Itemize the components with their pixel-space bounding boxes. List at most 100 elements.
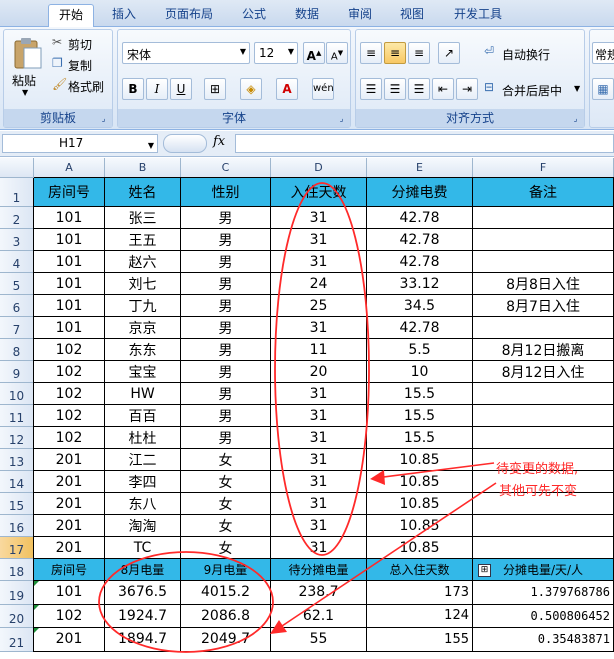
row-header-16[interactable]: 16 — [0, 515, 34, 537]
phonetic-guide-icon[interactable]: wén — [312, 78, 334, 100]
merge-center-button[interactable]: ⊟ 合并后居中 ▼ — [484, 80, 584, 100]
cell-b19[interactable]: 3676.5 — [105, 581, 181, 605]
cell-d7[interactable]: 31 — [271, 317, 367, 339]
cell-e2[interactable]: 42.78 — [367, 207, 473, 229]
cell-d16[interactable]: 31 — [271, 515, 367, 537]
cell-f19[interactable]: 1.379768786 — [473, 581, 614, 605]
grow-font-icon[interactable]: A▲ — [303, 42, 325, 64]
cell-f6[interactable]: 8月7日入住 — [473, 295, 614, 317]
row-header-5[interactable]: 5 — [0, 273, 34, 295]
underline-button[interactable]: U — [170, 78, 192, 100]
cell-d4[interactable]: 31 — [271, 251, 367, 273]
cell-a14[interactable]: 201 — [34, 471, 105, 493]
cell-c4[interactable]: 男 — [181, 251, 271, 273]
cell-c3[interactable]: 男 — [181, 229, 271, 251]
cell-a11[interactable]: 102 — [34, 405, 105, 427]
cell-e7[interactable]: 42.78 — [367, 317, 473, 339]
cell-b11[interactable]: 百百 — [105, 405, 181, 427]
cell-a15[interactable]: 201 — [34, 493, 105, 515]
italic-button[interactable]: I — [146, 78, 168, 100]
summary-header-d[interactable]: 待分摊电量 — [271, 559, 367, 581]
cell-e5[interactable]: 33.12 — [367, 273, 473, 295]
borders-icon[interactable]: ⊞ — [204, 78, 226, 100]
dialog-launcher-icon[interactable]: ⌟ — [98, 113, 109, 124]
cell-c6[interactable]: 男 — [181, 295, 271, 317]
summary-header-b[interactable]: 8月电量 — [105, 559, 181, 581]
shrink-font-icon[interactable]: A▼ — [326, 42, 348, 64]
cell-e4[interactable]: 42.78 — [367, 251, 473, 273]
cell-c2[interactable]: 男 — [181, 207, 271, 229]
row-header-15[interactable]: 15 — [0, 493, 34, 515]
cell-b20[interactable]: 1924.7 — [105, 604, 181, 628]
cell-f9[interactable]: 8月12日入住 — [473, 361, 614, 383]
row-header-9[interactable]: 9 — [0, 361, 34, 383]
cell-d5[interactable]: 24 — [271, 273, 367, 295]
tab-developer[interactable]: 开发工具 — [443, 4, 513, 27]
cell-b12[interactable]: 杜杜 — [105, 427, 181, 449]
cell-b10[interactable]: HW — [105, 383, 181, 405]
cell-a6[interactable]: 101 — [34, 295, 105, 317]
cell-b8[interactable]: 东东 — [105, 339, 181, 361]
cell-c13[interactable]: 女 — [181, 449, 271, 471]
cell-a3[interactable]: 101 — [34, 229, 105, 251]
insert-function-icon[interactable]: fx — [213, 134, 225, 149]
summary-header-a[interactable]: 房间号 — [34, 559, 105, 581]
font-size-select[interactable]: 12 ▼ — [254, 42, 298, 64]
align-top-icon[interactable]: ≡ — [360, 42, 382, 64]
cell-e16[interactable]: 10.85 — [367, 515, 473, 537]
cell-a5[interactable]: 101 — [34, 273, 105, 295]
row-header-11[interactable]: 11 — [0, 405, 34, 427]
cell-c21[interactable]: 2049.7 — [181, 628, 271, 652]
copy-button[interactable]: ❐ 复制 — [52, 56, 110, 74]
cell-b13[interactable]: 江二 — [105, 449, 181, 471]
row-header-17[interactable]: 17 — [0, 537, 34, 559]
align-bottom-icon[interactable]: ≡ — [408, 42, 430, 64]
header-cell-f[interactable]: 备注 — [473, 178, 614, 207]
cell-d20[interactable]: 62.1 — [271, 604, 367, 628]
cell-d12[interactable]: 31 — [271, 427, 367, 449]
tab-data[interactable]: 数据 — [284, 4, 330, 27]
cell-c17[interactable]: 女 — [181, 537, 271, 559]
cell-b17[interactable]: TC — [105, 537, 181, 559]
row-header-6[interactable]: 6 — [0, 295, 34, 317]
cell-a9[interactable]: 102 — [34, 361, 105, 383]
cell-c16[interactable]: 女 — [181, 515, 271, 537]
cell-f20[interactable]: 0.500806452 — [473, 604, 614, 628]
cell-f3[interactable] — [473, 229, 614, 251]
cell-d9[interactable]: 20 — [271, 361, 367, 383]
number-format-select[interactable]: 常规 — [592, 42, 614, 64]
align-right-icon[interactable]: ☰ — [408, 78, 430, 100]
cell-d14[interactable]: 31 — [271, 471, 367, 493]
cell-e20[interactable]: 124 — [367, 604, 473, 628]
cell-c8[interactable]: 男 — [181, 339, 271, 361]
cell-c14[interactable]: 女 — [181, 471, 271, 493]
cell-e14[interactable]: 10.85 — [367, 471, 473, 493]
tab-review[interactable]: 审阅 — [338, 4, 382, 27]
cell-e6[interactable]: 34.5 — [367, 295, 473, 317]
cut-button[interactable]: ✂ 剪切 — [52, 35, 110, 53]
row-header-10[interactable]: 10 — [0, 383, 34, 405]
paste-button[interactable]: 粘贴 ▼ — [10, 34, 46, 104]
cell-e17[interactable]: 10.85 — [367, 537, 473, 559]
decrease-indent-icon[interactable]: ⇤ — [432, 78, 454, 100]
increase-indent-icon[interactable]: ⇥ — [456, 78, 478, 100]
cell-a19[interactable]: 101 — [34, 581, 105, 605]
cell-d15[interactable]: 31 — [271, 493, 367, 515]
formula-input[interactable] — [235, 134, 614, 153]
row-header-4[interactable]: 4 — [0, 251, 34, 273]
tab-view[interactable]: 视图 — [390, 4, 434, 27]
row-header-12[interactable]: 12 — [0, 427, 34, 449]
dialog-launcher-icon[interactable]: ⌟ — [570, 113, 581, 124]
cell-a7[interactable]: 101 — [34, 317, 105, 339]
cell-f7[interactable] — [473, 317, 614, 339]
cell-a13[interactable]: 201 — [34, 449, 105, 471]
wrap-text-button[interactable]: ⏎ 自动换行 — [484, 44, 584, 64]
cell-c19[interactable]: 4015.2 — [181, 581, 271, 605]
cell-c5[interactable]: 男 — [181, 273, 271, 295]
cell-f10[interactable] — [473, 383, 614, 405]
cell-b9[interactable]: 宝宝 — [105, 361, 181, 383]
summary-header-f[interactable]: 分摊电量/天/人 — [473, 559, 614, 581]
cell-b14[interactable]: 李四 — [105, 471, 181, 493]
cell-c7[interactable]: 男 — [181, 317, 271, 339]
font-name-select[interactable]: 宋体 ▼ — [122, 42, 250, 64]
